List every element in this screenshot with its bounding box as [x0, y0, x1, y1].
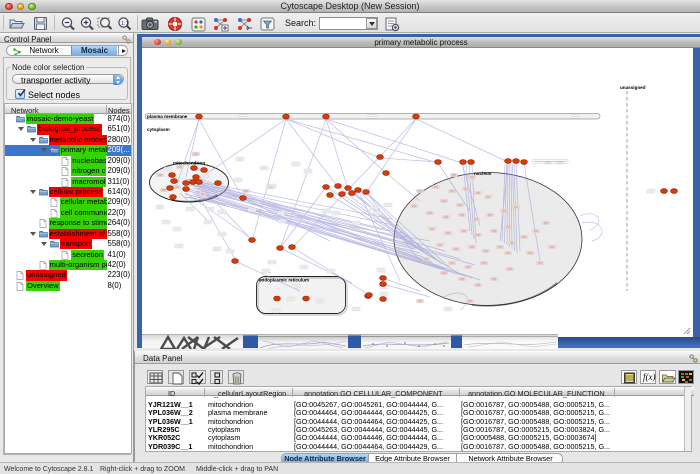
svg-text:unassigned: unassigned: [620, 85, 646, 90]
svg-text:cytoplasm: cytoplasm: [147, 127, 170, 132]
svg-text:1:1: 1:1: [121, 21, 129, 27]
svg-text:endoplasmic reticulum: endoplasmic reticulum: [259, 278, 309, 283]
svg-text:plasma membrane: plasma membrane: [147, 114, 188, 119]
svg-text:nucleus: nucleus: [474, 171, 492, 176]
